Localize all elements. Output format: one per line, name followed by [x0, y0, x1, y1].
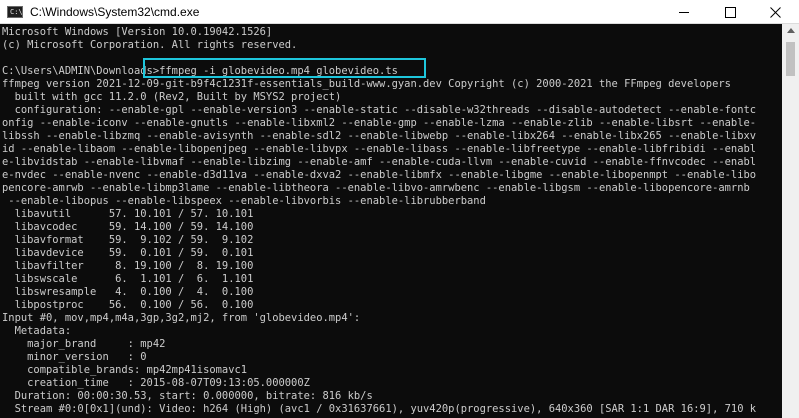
cmd-icon-text: C:\: [10, 8, 23, 16]
console-line: compatible_brands: mp42mp41isomavc1: [2, 364, 248, 376]
console-line: Duration: 00:00:30.53, start: 0.000000, …: [2, 390, 373, 402]
close-button[interactable]: [753, 0, 799, 24]
console-line: e-libvidstab --enable-libvmaf --enable-l…: [2, 156, 757, 168]
console-line: configuration: --enable-gpl --enable-ver…: [2, 104, 757, 116]
console-line: --enable-libopus --enable-libspeex --ena…: [2, 195, 486, 207]
close-icon: [770, 7, 781, 18]
command-highlight-box: [143, 58, 426, 78]
console-line: id --enable-libaom --enable-libopenjpeg …: [2, 143, 757, 155]
maximize-button[interactable]: [707, 0, 753, 24]
console-line: creation_time : 2015-08-07T09:13:05.0000…: [2, 377, 310, 389]
scrollbar-thumb[interactable]: [786, 42, 795, 76]
console-line: libavfilter 8. 19.100 / 8. 19.100: [2, 260, 254, 272]
console-line: libswresample 4. 0.100 / 4. 0.100: [2, 286, 254, 298]
console-line: e-nvdec --enable-nvenc --enable-d3d11va …: [2, 169, 757, 181]
console-text: Microsoft Windows [Version 10.0.19042.15…: [2, 26, 756, 416]
console-line: (c) Microsoft Corporation. All rights re…: [2, 39, 298, 51]
window-title: C:\Windows\System32\cmd.exe: [30, 5, 200, 19]
console-line: libavformat 59. 9.102 / 59. 9.102: [2, 234, 254, 246]
console-line: libavcodec 59. 14.100 / 59. 14.100: [2, 221, 254, 233]
console-line: minor_version : 0: [2, 351, 147, 363]
console-line: built with gcc 11.2.0 (Rev2, Built by MS…: [2, 91, 342, 103]
cmd-icon[interactable]: C:\: [7, 6, 23, 18]
scroll-up-arrow-icon[interactable]: [787, 28, 795, 33]
console-line: pencore-amrwb --enable-libmp3lame --enab…: [2, 182, 750, 194]
minimize-icon: [679, 12, 689, 13]
cmd-window: C:\ C:\Windows\System32\cmd.exe Microsof…: [0, 0, 799, 418]
console-line: libavdevice 59. 0.101 / 59. 0.101: [2, 247, 254, 259]
console-output[interactable]: Microsoft Windows [Version 10.0.19042.15…: [0, 24, 782, 418]
console-line: onfig --enable-iconv --enable-gnutls --e…: [2, 117, 757, 129]
console-line: libswscale 6. 1.101 / 6. 1.101: [2, 273, 254, 285]
maximize-icon: [725, 7, 736, 18]
console-line: major_brand : mp42: [2, 338, 166, 350]
console-line: Metadata:: [2, 325, 72, 337]
console-line: libssh --enable-libzmq --enable-avisynth…: [2, 130, 757, 142]
minimize-button[interactable]: [661, 0, 707, 24]
title-bar[interactable]: C:\ C:\Windows\System32\cmd.exe: [0, 0, 799, 24]
vertical-scrollbar[interactable]: [782, 24, 799, 418]
console-line: ffmpeg version 2021-12-09-git-b9f4c1231f…: [2, 78, 731, 90]
console-line: libpostproc 56. 0.100 / 56. 0.100: [2, 299, 254, 311]
console-line: libavutil 57. 10.101 / 57. 10.101: [2, 208, 254, 220]
console-line: Microsoft Windows [Version 10.0.19042.15…: [2, 26, 273, 38]
console-line: Stream #0:0[0x1](und): Video: h264 (High…: [2, 403, 757, 415]
console-line: Input #0, mov,mp4,m4a,3gp,3g2,mj2, from …: [2, 312, 361, 324]
